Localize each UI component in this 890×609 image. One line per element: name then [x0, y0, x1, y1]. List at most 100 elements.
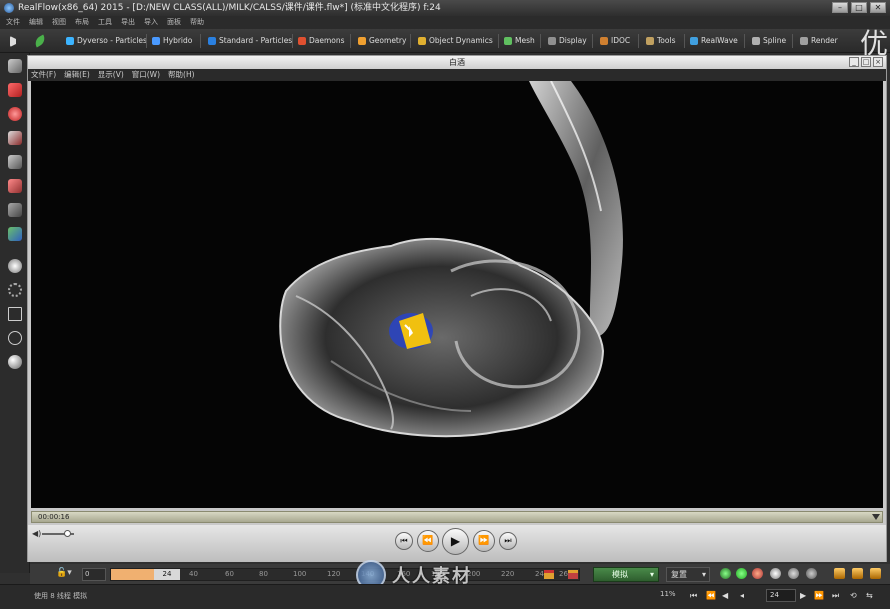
menu-import[interactable]: 导入: [144, 16, 158, 29]
player-menu-edit[interactable]: 编辑(E): [64, 69, 90, 81]
eye-icon[interactable]: [770, 568, 781, 579]
player-menu-window[interactable]: 窗口(W): [132, 69, 160, 81]
player-menu-view[interactable]: 显示(V): [98, 69, 124, 81]
menu-layout[interactable]: 布局: [75, 16, 89, 29]
player-menu-file[interactable]: 文件(F): [31, 69, 56, 81]
axis-tool-icon[interactable]: [8, 227, 22, 241]
player-menu-bar: 文件(F) 编辑(E) 显示(V) 窗口(W) 帮助(H): [28, 69, 886, 81]
tab-object-dynamics[interactable]: Object Dynamics: [418, 34, 493, 48]
leaf-icon[interactable]: [32, 34, 48, 48]
wire-cube-icon[interactable]: [8, 307, 22, 321]
tab-daemons[interactable]: Daemons: [298, 34, 345, 48]
player-minimize-button[interactable]: _: [849, 57, 859, 67]
tab-hybrido[interactable]: Hybrido: [152, 34, 192, 48]
player-close-button[interactable]: ×: [873, 57, 883, 67]
shaded-sphere-icon[interactable]: [8, 355, 22, 369]
progress-end-marker[interactable]: [872, 514, 880, 520]
prev-frame-button[interactable]: ◂: [740, 591, 744, 600]
go-end-button[interactable]: ⏭: [832, 591, 839, 601]
tab-geometry[interactable]: Geometry: [358, 34, 406, 48]
cube-tool-icon[interactable]: [8, 179, 22, 193]
standard-particles-icon: [208, 37, 216, 45]
render-icon: [800, 37, 808, 45]
step-forward-button[interactable]: ⏩: [814, 591, 824, 600]
window-controls: – □ ✕: [832, 2, 886, 13]
tab-standard-particles[interactable]: Standard - Particles: [208, 34, 292, 48]
realwave-icon: [690, 37, 698, 45]
hybrido-icon: [152, 37, 160, 45]
tab-mesh[interactable]: Mesh: [504, 34, 535, 48]
video-progress-bar[interactable]: 00:00:16: [31, 511, 883, 523]
tab-spline[interactable]: Spline: [752, 34, 786, 48]
volume-knob[interactable]: [64, 530, 71, 537]
keyframe-icon[interactable]: [544, 570, 554, 579]
player-menu-help[interactable]: 帮助(H): [168, 69, 195, 81]
sync-button[interactable]: ⇆: [866, 591, 873, 600]
select-arrow-icon[interactable]: [10, 36, 19, 47]
player-maximize-button[interactable]: □: [861, 57, 871, 67]
maximize-button[interactable]: □: [851, 2, 867, 13]
timecode: 00:00:16: [38, 513, 70, 521]
volume-icon[interactable]: ◀): [32, 529, 41, 538]
sphere-light-icon[interactable]: [8, 259, 22, 273]
start-frame-field[interactable]: 0: [82, 568, 106, 581]
tab-dyverso-particles[interactable]: Dyverso - Particles: [66, 34, 147, 48]
close-button[interactable]: ✕: [870, 2, 886, 13]
frame-field[interactable]: 24: [766, 589, 796, 602]
green-run-icon[interactable]: [720, 568, 731, 579]
loop-button[interactable]: ⟲: [850, 591, 857, 600]
menu-help[interactable]: 帮助: [190, 16, 204, 29]
select-tool-icon[interactable]: [8, 59, 22, 73]
menu-panels[interactable]: 面板: [167, 16, 181, 29]
minimize-button[interactable]: –: [832, 2, 848, 13]
play-button[interactable]: ▶: [442, 528, 469, 555]
keyframe-clear-icon[interactable]: [568, 570, 578, 579]
refresh-icon[interactable]: [736, 568, 747, 579]
main-menu-bar: 文件 编辑 视图 布局 工具 导出 导入 面板 帮助: [0, 16, 890, 29]
current-frame-marker[interactable]: 24: [154, 569, 180, 580]
simulate-button[interactable]: 模拟 ▾: [593, 567, 659, 582]
cache-icon[interactable]: [752, 568, 763, 579]
lock-icon[interactable]: 🔓▾: [56, 568, 76, 580]
go-start-button[interactable]: ⏮: [690, 591, 697, 601]
player-window-controls: _ □ ×: [849, 57, 883, 67]
tab-realwave[interactable]: RealWave: [690, 34, 738, 48]
window-title: RealFlow(x86_64) 2015 - [D:/NEW CLASS(AL…: [18, 3, 441, 13]
move-tool-icon[interactable]: [8, 83, 22, 97]
play-back-button[interactable]: ◀: [722, 591, 728, 600]
menu-view[interactable]: 视图: [52, 16, 66, 29]
play-forward-button[interactable]: ▶: [800, 591, 806, 600]
timeline-played-range: [111, 569, 154, 580]
camera-tool-icon[interactable]: [8, 155, 22, 169]
gear-shape-icon[interactable]: [8, 283, 22, 297]
tab-tools[interactable]: Tools: [646, 34, 675, 48]
previous-button[interactable]: ⏮: [395, 532, 413, 550]
title-bar: RealFlow(x86_64) 2015 - [D:/NEW CLASS(AL…: [0, 0, 890, 16]
status-message: 使用 8 线程 模拟: [34, 592, 88, 600]
tab-idoc[interactable]: IDOC: [600, 34, 630, 48]
tools-icon: [646, 37, 654, 45]
next-button[interactable]: ⏭: [499, 532, 517, 550]
nodes-icon[interactable]: [806, 568, 817, 579]
step-back-button[interactable]: ⏪: [706, 591, 716, 600]
menu-tools[interactable]: 工具: [98, 16, 112, 29]
wire-sphere-icon[interactable]: [8, 331, 22, 345]
key-icon-1[interactable]: [834, 568, 845, 579]
scale-tool-icon[interactable]: [8, 131, 22, 145]
tab-render[interactable]: Render: [800, 34, 838, 48]
paint-icon[interactable]: [788, 568, 799, 579]
fast-forward-button[interactable]: ⏩: [473, 530, 495, 552]
key-icon-2[interactable]: [852, 568, 863, 579]
pencil-tool-icon[interactable]: [8, 203, 22, 217]
menu-file[interactable]: 文件: [6, 16, 20, 29]
rotate-tool-icon[interactable]: [8, 107, 22, 121]
liquid-splash-render: [279, 81, 623, 438]
reset-button[interactable]: 复置 ▾: [666, 567, 710, 582]
tab-display[interactable]: Display: [548, 34, 587, 48]
video-frame[interactable]: [31, 81, 883, 508]
menu-export[interactable]: 导出: [121, 16, 135, 29]
rewind-button[interactable]: ⏪: [417, 530, 439, 552]
key-icon-3[interactable]: [870, 568, 881, 579]
realflow-app: RealFlow(x86_64) 2015 - [D:/NEW CLASS(AL…: [0, 0, 890, 609]
menu-edit[interactable]: 编辑: [29, 16, 43, 29]
